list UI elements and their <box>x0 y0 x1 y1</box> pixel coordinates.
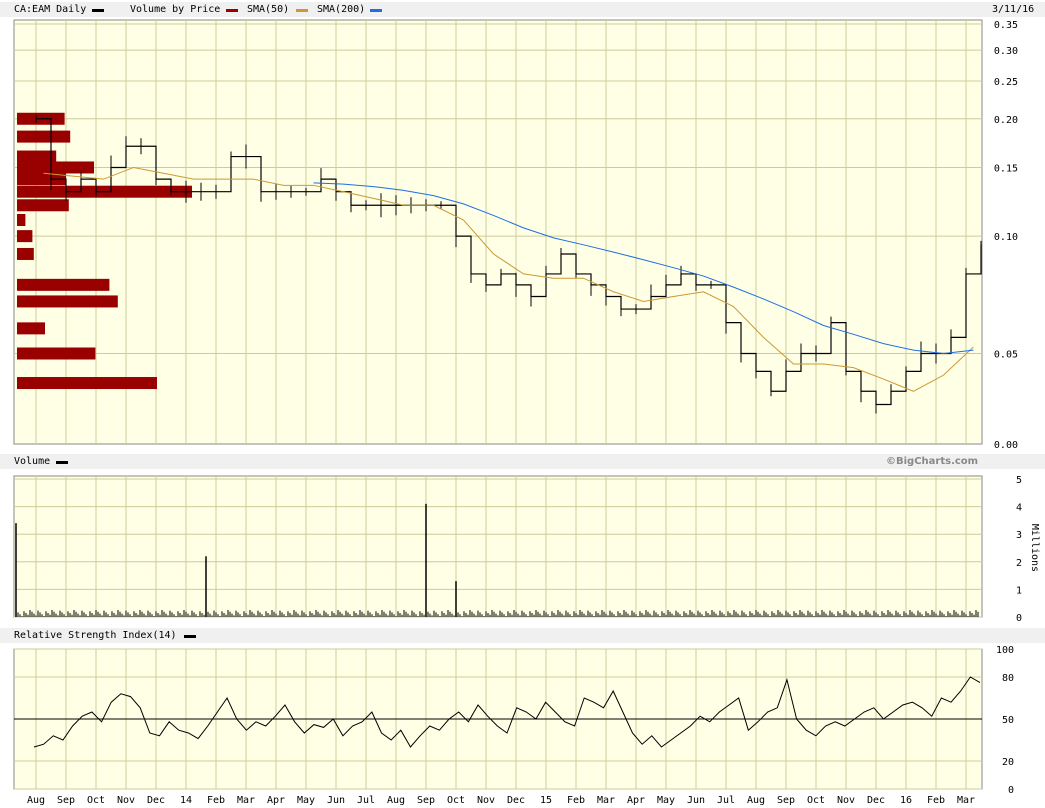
x-tick-label: Dec <box>867 795 885 806</box>
x-tick-label: Dec <box>507 795 525 806</box>
volume-tick-label: 3 <box>1016 530 1022 541</box>
volume-by-price-bar <box>17 295 118 308</box>
x-tick-label: Nov <box>837 795 855 806</box>
x-tick-label: Feb <box>567 795 585 806</box>
volume-by-price-bar <box>17 377 157 390</box>
volume-by-price-bar <box>17 347 96 360</box>
volume-by-price-bar <box>17 247 34 260</box>
volume-by-price-bar <box>17 213 26 226</box>
rsi-tick-label: 20 <box>1002 757 1014 768</box>
volume-axis-label: Millions <box>1029 524 1040 572</box>
x-tick-label: Sep <box>777 795 795 806</box>
x-tick-label: Apr <box>627 795 645 806</box>
x-tick-label: Oct <box>807 795 825 806</box>
panel-bg-1 <box>13 475 983 618</box>
volume-by-price-bar <box>17 161 94 174</box>
x-tick-label: Jul <box>717 795 735 806</box>
volume-by-price-bar <box>17 130 71 143</box>
price-tick-label: 0.20 <box>994 115 1018 126</box>
x-tick-label: Apr <box>267 795 285 806</box>
x-tick-label: 14 <box>180 795 192 806</box>
x-tick-label: Sep <box>417 795 435 806</box>
x-tick-label: Oct <box>87 795 105 806</box>
x-tick-label: 16 <box>900 795 912 806</box>
rsi-tick-label: 80 <box>1002 673 1014 684</box>
volume-by-price-bar <box>17 199 69 212</box>
price-tick-label: 0.10 <box>994 232 1018 243</box>
rsi-tick-label: 100 <box>996 645 1014 656</box>
x-tick-label: Dec <box>147 795 165 806</box>
x-tick-label: Aug <box>747 795 765 806</box>
price-tick-label: 0.15 <box>994 163 1018 174</box>
x-tick-label: Jul <box>357 795 375 806</box>
x-tick-label: Mar <box>957 795 975 806</box>
x-tick-label: Mar <box>237 795 255 806</box>
x-tick-label: Feb <box>927 795 945 806</box>
volume-by-price-bar <box>17 150 57 163</box>
x-tick-label: Mar <box>597 795 615 806</box>
volume-tick-label: 2 <box>1016 558 1022 569</box>
x-tick-label: Jun <box>327 795 345 806</box>
x-tick-label: Nov <box>117 795 135 806</box>
volume-by-price-bar <box>17 278 110 291</box>
volume-tick-label: 5 <box>1016 475 1022 486</box>
price-tick-label: 0.30 <box>994 46 1018 57</box>
x-tick-label: Sep <box>57 795 75 806</box>
x-tick-label: 15 <box>540 795 552 806</box>
x-tick-label: Nov <box>477 795 495 806</box>
x-tick-label: Feb <box>207 795 225 806</box>
volume-tick-label: 1 <box>1016 585 1022 596</box>
x-tick-label: May <box>297 795 315 806</box>
panel-bg-0 <box>13 19 983 445</box>
price-tick-label: 0.25 <box>994 77 1018 88</box>
stock-chart: 0.35 0.30 0.25 0.20 0.15 0.10 0.05 0.00 5 4 3 2 1 0 Mi… <box>13 19 1040 806</box>
rsi-tick-label: 0 <box>1008 785 1014 796</box>
x-tick-label: Aug <box>27 795 45 806</box>
x-tick-label: May <box>657 795 675 806</box>
rsi-tick-label: 50 <box>1002 715 1014 726</box>
volume-tick-label: 4 <box>1016 503 1022 514</box>
x-tick-label: Jun <box>687 795 705 806</box>
volume-by-price-bar <box>17 322 45 335</box>
volume-by-price-bar <box>17 230 33 243</box>
price-tick-label: 0.35 <box>994 20 1018 31</box>
x-tick-label: Aug <box>387 795 405 806</box>
volume-tick-label: 0 <box>1016 613 1022 624</box>
price-tick-label: 0.05 <box>994 350 1018 361</box>
x-tick-label: Oct <box>447 795 465 806</box>
price-tick-label: 0.00 <box>994 440 1018 451</box>
